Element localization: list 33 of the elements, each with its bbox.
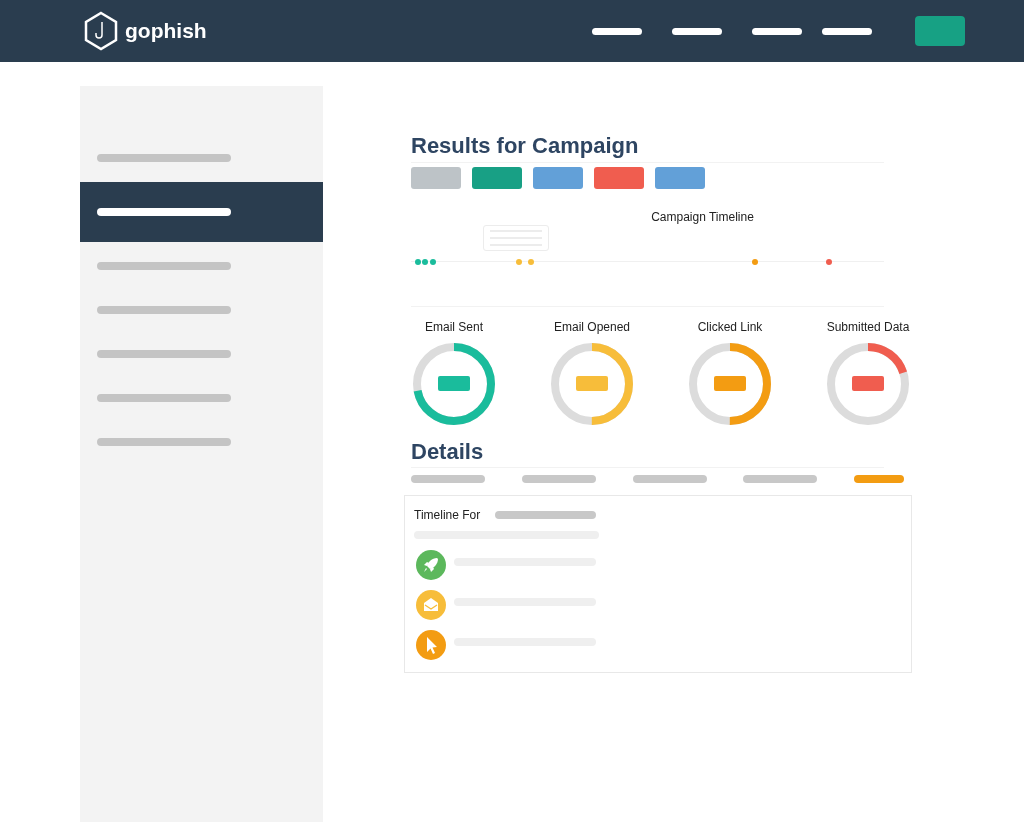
brand-name: gophish	[125, 19, 207, 43]
action-button[interactable]	[655, 167, 705, 189]
section-title: Details	[411, 439, 884, 468]
nav-link-placeholder[interactable]	[752, 27, 802, 35]
timeline-title: Campaign Timeline	[650, 210, 755, 224]
timeline-dot[interactable]	[752, 259, 758, 265]
stat-label: Email Opened	[553, 320, 630, 334]
action-button[interactable]	[533, 167, 583, 189]
stat-label: Clicked Link	[697, 320, 763, 334]
sidebar-item[interactable]	[80, 182, 323, 242]
tab-placeholder[interactable]	[632, 475, 707, 483]
nav-link-placeholder[interactable]	[592, 27, 642, 35]
timeline-dot[interactable]	[430, 259, 436, 265]
stat-label: Email Sent	[425, 320, 483, 334]
tab-placeholder[interactable]	[411, 475, 485, 483]
tab-placeholder[interactable]	[743, 475, 818, 483]
panel-title: Timeline For	[414, 508, 481, 522]
nav-link-placeholder[interactable]	[822, 27, 872, 35]
action-button[interactable]	[594, 167, 644, 189]
tab-placeholder[interactable]	[854, 475, 904, 483]
nav-link-placeholder[interactable]	[672, 27, 722, 35]
timeline-dot[interactable]	[826, 259, 832, 265]
stat-label: Submitted Data	[826, 320, 910, 334]
timeline-dot[interactable]	[516, 259, 522, 265]
timeline-dot[interactable]	[415, 259, 421, 265]
action-button[interactable]	[472, 167, 522, 189]
timeline-dot[interactable]	[528, 259, 534, 265]
action-button[interactable]	[411, 167, 461, 189]
page-title: Results for Campaign	[411, 133, 884, 163]
timeline-dot[interactable]	[422, 259, 428, 265]
hook-logo-icon	[83, 11, 119, 51]
header-button[interactable]	[915, 16, 965, 46]
tab-placeholder[interactable]	[521, 475, 596, 483]
